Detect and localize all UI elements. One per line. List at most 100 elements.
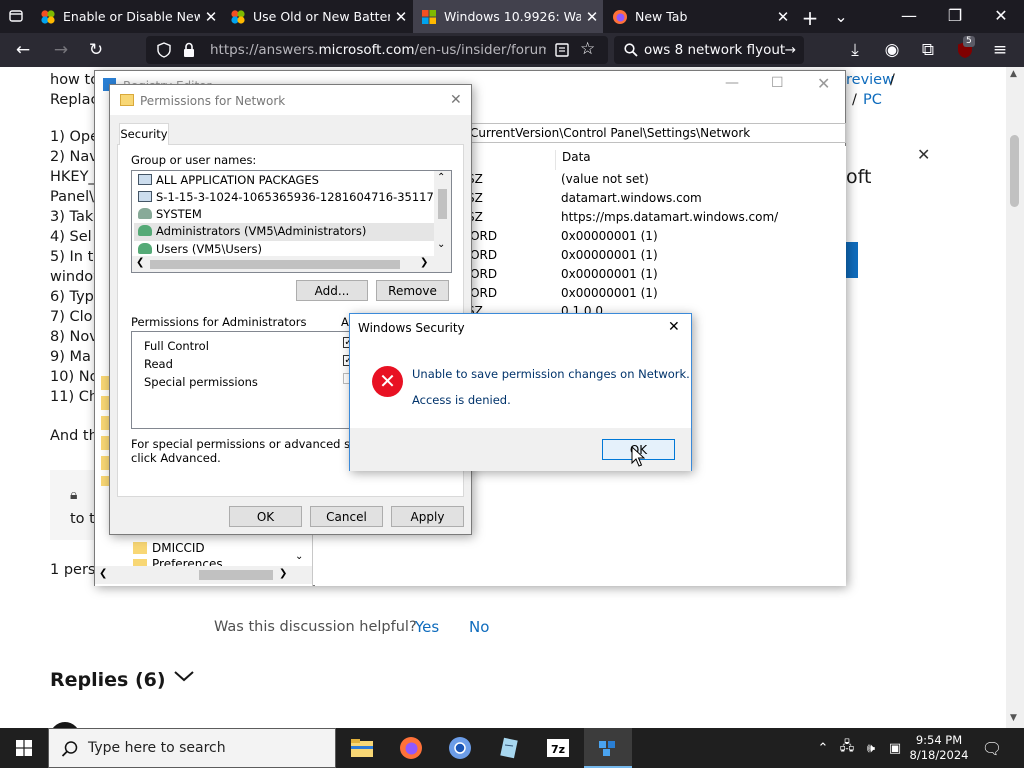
scroll-thumb[interactable] — [438, 189, 447, 219]
clock[interactable]: 9:54 PM 8/18/2024 — [908, 728, 970, 768]
scroll-up-icon[interactable]: ⌃ — [437, 172, 445, 183]
extensions-icon[interactable]: ⧉ — [913, 33, 943, 67]
lock-icon[interactable] — [182, 42, 196, 58]
table-row[interactable]: DWORD 0x00000001 (1) — [449, 248, 658, 262]
search-bar[interactable]: ows 8 network flyout → — [614, 36, 804, 64]
table-row[interactable]: SZ datamart.windows.com — [467, 191, 702, 205]
close-icon[interactable]: ✕ — [668, 319, 680, 335]
chevron-down-icon[interactable] — [173, 669, 195, 686]
restore-icon[interactable]: ❐ — [944, 6, 966, 25]
minimize-icon[interactable]: — — [898, 6, 920, 25]
input-method-icon[interactable]: ▣ — [884, 728, 906, 768]
menu-icon[interactable]: ≡ — [985, 33, 1015, 67]
firefox-icon[interactable] — [387, 728, 435, 768]
list-item[interactable]: S-1-15-3-1024-1065365936-1281604716-3511… — [138, 190, 434, 204]
forward-icon[interactable]: → — [46, 33, 76, 67]
users-list[interactable]: ALL APPLICATION PACKAGES S-1-15-3-1024-1… — [131, 170, 452, 273]
reader-view-icon[interactable] — [554, 42, 570, 58]
reload-icon[interactable]: ↻ — [81, 33, 111, 67]
scroll-thumb[interactable] — [199, 570, 273, 580]
list-item[interactable]: SYSTEM — [138, 207, 202, 221]
close-icon[interactable]: ✕ — [817, 74, 830, 93]
search-go-icon[interactable]: → — [785, 36, 796, 64]
scroll-left-icon[interactable]: ❮ — [136, 257, 144, 268]
scroll-down-icon[interactable]: ⌄ — [437, 239, 445, 250]
tab-new-tab[interactable]: New Tab ✕ — [604, 0, 794, 33]
blue-button-edge[interactable] — [846, 242, 858, 278]
volume-icon[interactable]: 🕪︎ — [860, 728, 882, 768]
scroll-down-icon[interactable]: ⌄ — [295, 551, 303, 562]
network-icon[interactable]: 🖧︎ — [836, 728, 858, 768]
minimize-icon[interactable]: — — [725, 75, 739, 91]
tab-windows-10[interactable]: Windows 10.9926: Way fo ✕ — [413, 0, 603, 33]
url-bar[interactable]: https://answers.microsoft.com/en-us/insi… — [146, 36, 608, 64]
start-windows-icon[interactable] — [0, 728, 48, 768]
close-icon[interactable]: ✕ — [450, 92, 462, 108]
link-review[interactable]: review — [846, 72, 894, 88]
cancel-button[interactable]: Cancel — [310, 506, 383, 527]
column-header-data[interactable]: Data — [555, 150, 591, 170]
scroll-down-icon[interactable]: ▼ — [1010, 713, 1017, 723]
tab-list-icon[interactable] — [5, 8, 27, 28]
close-window-icon[interactable]: ✕ — [990, 6, 1012, 25]
permissions-label: Permissions for Administrators — [131, 315, 307, 329]
taskbar-search[interactable]: Type here to search — [48, 728, 336, 768]
remove-button[interactable]: Remove — [376, 280, 449, 301]
replies-heading: Replies (6) — [50, 669, 166, 691]
url-text[interactable]: https://answers.microsoft.com/en-us/insi… — [210, 36, 546, 64]
link-pc[interactable]: PC — [863, 92, 882, 108]
table-row[interactable]: DWORD 0x00000001 (1) — [449, 286, 658, 300]
table-row[interactable]: SZ https://mps.datamart.windows.com/ — [467, 210, 778, 224]
maximize-icon[interactable]: ☐ — [771, 75, 784, 91]
bookmark-star-icon[interactable]: ☆ — [580, 39, 595, 59]
regedit-address-bar[interactable]: CurrentVersion\Control Panel\Settings\Ne… — [467, 123, 846, 143]
users-hscrollbar[interactable]: ❮ ❯ — [132, 256, 451, 272]
helpful-no-link[interactable]: No — [469, 618, 489, 636]
table-row[interactable]: SZ 0.1.0.0 — [467, 304, 603, 313]
file-explorer-icon[interactable] — [338, 728, 386, 768]
new-tab-plus-icon[interactable]: + — [799, 6, 821, 30]
page-scrollbar[interactable]: ▲ ▼ — [1006, 67, 1024, 728]
scroll-left-icon[interactable]: ❮ — [99, 568, 107, 579]
add-button[interactable]: Add... — [296, 280, 368, 301]
tab-enable-disable[interactable]: Enable or Disable New Ol ✕ — [32, 0, 222, 33]
tree-item[interactable]: DMICCID — [133, 541, 205, 555]
account-icon[interactable]: ◉ — [877, 33, 907, 67]
tray-chevron-icon[interactable]: ⌃ — [812, 728, 834, 768]
ublock-icon[interactable]: 5 — [950, 33, 980, 67]
table-row[interactable]: DWORD 0x00000001 (1) — [449, 267, 658, 281]
close-icon[interactable]: ✕ — [581, 8, 603, 26]
helpful-yes-link[interactable]: Yes — [415, 618, 439, 636]
close-icon[interactable]: ✕ — [390, 8, 412, 26]
7zip-icon[interactable]: 7z — [534, 728, 582, 768]
shield-icon[interactable] — [156, 42, 172, 58]
chromium-icon[interactable] — [436, 728, 484, 768]
scroll-up-icon[interactable]: ▲ — [1010, 69, 1017, 79]
apply-button[interactable]: Apply — [391, 506, 464, 527]
text-fragment: how to — [50, 72, 100, 88]
table-row[interactable]: DWORD 0x00000001 (1) — [449, 229, 658, 243]
regedit-taskbar-icon[interactable] — [584, 728, 632, 768]
close-icon[interactable]: ✕ — [772, 8, 794, 26]
error-icon: ✕ — [372, 366, 403, 397]
scroll-thumb[interactable] — [1010, 135, 1019, 207]
list-item[interactable]: ALL APPLICATION PACKAGES — [138, 173, 319, 187]
close-icon[interactable]: ✕ — [917, 145, 930, 164]
tab-security[interactable]: Security — [119, 123, 169, 145]
list-item[interactable]: Users (VM5\Users) — [138, 242, 262, 255]
back-icon[interactable]: ← — [8, 33, 38, 67]
close-icon[interactable]: ✕ — [200, 8, 222, 26]
list-item-selected[interactable]: Administrators (VM5\Administrators) — [134, 223, 434, 241]
tab-battery[interactable]: Use Old or New Battery F ✕ — [222, 0, 412, 33]
chevron-down-icon[interactable]: ⌄ — [830, 7, 852, 26]
notification-icon[interactable]: 🗨︎ — [978, 728, 1006, 768]
tree-scrollbar[interactable]: ❮ ❯ — [95, 566, 312, 584]
users-vscrollbar[interactable]: ⌃ ⌄ — [434, 171, 451, 256]
scroll-thumb[interactable] — [150, 260, 400, 269]
scroll-right-icon[interactable]: ❯ — [420, 257, 428, 268]
downloads-icon[interactable]: ⤓ — [840, 33, 870, 67]
notepad-icon[interactable] — [485, 728, 533, 768]
ok-button[interactable]: OK — [229, 506, 302, 527]
table-row[interactable]: SZ (value not set) — [467, 172, 649, 186]
scroll-right-icon[interactable]: ❯ — [279, 568, 287, 579]
